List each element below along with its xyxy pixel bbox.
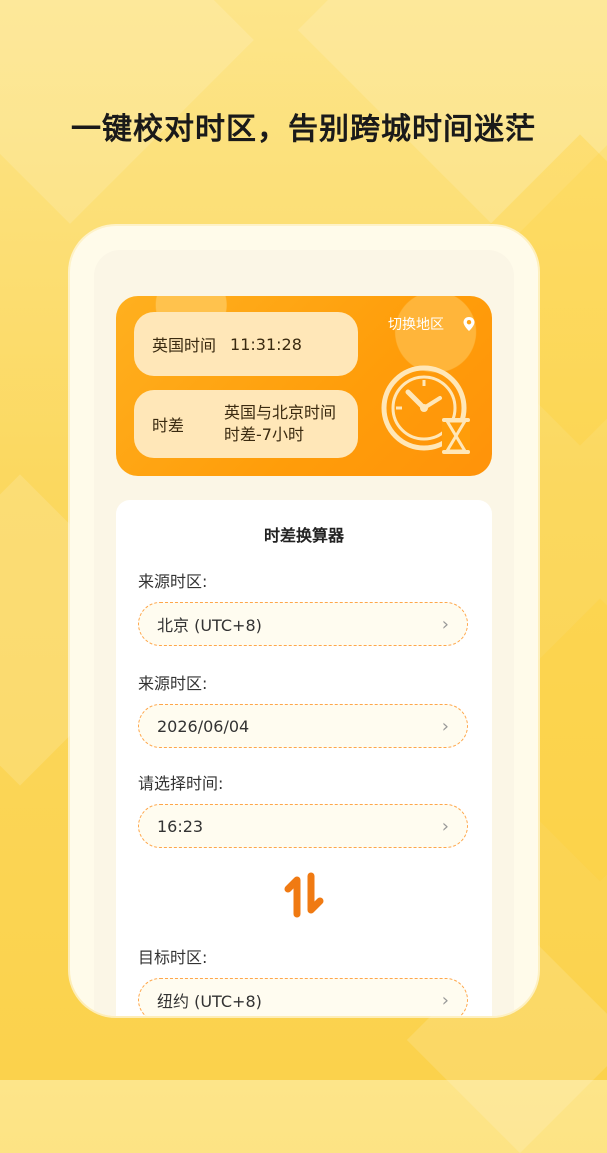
time-label: 请选择时间: <box>138 774 224 793</box>
time-diff-line2: 时差-7小时 <box>224 425 304 444</box>
target-tz-label: 目标时区: <box>138 948 208 967</box>
date-label: 来源时区: <box>138 674 208 693</box>
time-banner: 英国时间 11:31:28 时差 英国与北京时间 时差-7小时 切换地区 <box>116 296 492 476</box>
switch-region-label: 切换地区 <box>388 317 444 333</box>
clock-hourglass-icon <box>381 365 470 454</box>
location-pin-icon <box>463 317 475 331</box>
time-diff-pill: 时差 英国与北京时间 时差-7小时 <box>134 390 358 458</box>
source-tz-label: 来源时区: <box>138 572 208 591</box>
date-select[interactable]: 2026/06/04 › <box>138 704 468 748</box>
chevron-right-icon: › <box>441 815 449 837</box>
uk-time-label: 英国时间 <box>152 336 217 355</box>
switch-region-button[interactable]: 切换地区 <box>388 314 476 334</box>
uk-time-pill: 英国时间 11:31:28 <box>134 312 358 376</box>
time-diff-calculator: 时差换算器 来源时区: 北京 (UTC+8) › 来源时区: 2026/06/0… <box>116 500 492 1016</box>
calculator-title: 时差换算器 <box>263 526 344 545</box>
time-diff-label: 时差 <box>152 416 185 435</box>
headline: 一键校对时区，告别跨城时间迷茫 <box>71 112 536 147</box>
target-tz-value: 纽约 (UTC+8) <box>157 992 262 1011</box>
target-tz-select[interactable]: 纽约 (UTC+8) › <box>138 978 468 1016</box>
chevron-right-icon: › <box>441 613 449 635</box>
time-diff-line1: 英国与北京时间 <box>224 403 337 422</box>
chevron-right-icon: › <box>441 715 449 737</box>
time-select[interactable]: 16:23 › <box>138 804 468 848</box>
phone-frame: 英国时间 11:31:28 时差 英国与北京时间 时差-7小时 切换地区 时差换… <box>70 226 538 1016</box>
date-value: 2026/06/04 <box>157 716 250 736</box>
chevron-right-icon: › <box>441 989 449 1011</box>
time-value: 16:23 <box>157 816 204 836</box>
uk-time-value: 11:31:28 <box>230 334 302 354</box>
source-tz-select[interactable]: 北京 (UTC+8) › <box>138 602 468 646</box>
time-diff-text: 英国与北京时间 时差-7小时 <box>224 402 336 446</box>
phone-screen: 英国时间 11:31:28 时差 英国与北京时间 时差-7小时 切换地区 时差换… <box>94 250 514 1016</box>
swap-icon[interactable] <box>282 872 326 918</box>
source-tz-value: 北京 (UTC+8) <box>157 616 262 635</box>
